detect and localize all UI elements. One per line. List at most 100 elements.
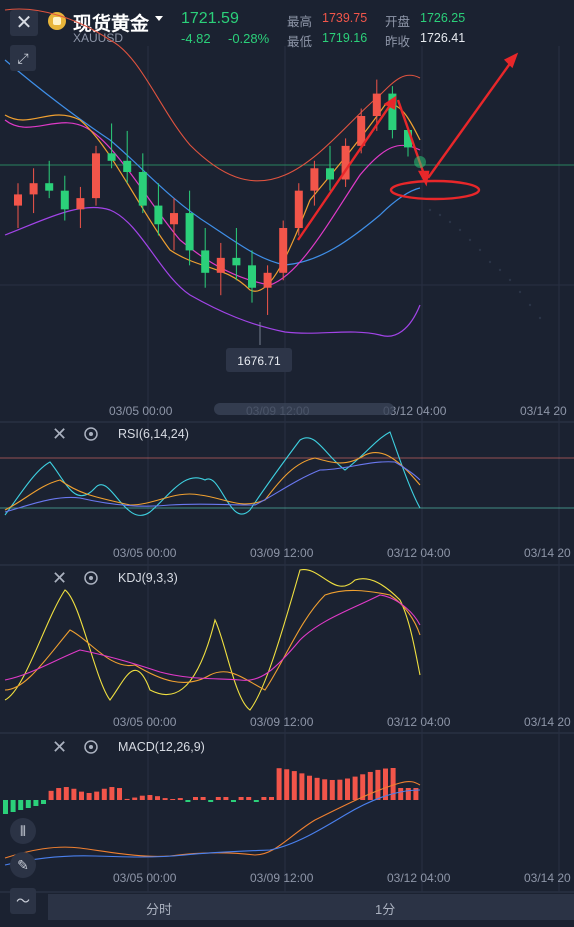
macd-settings-icon[interactable] <box>84 740 98 754</box>
rsi-settings-icon[interactable] <box>84 427 98 441</box>
svg-text:✕: ✕ <box>52 424 67 444</box>
macd-bar <box>94 791 100 800</box>
macd-bar <box>162 798 168 800</box>
macd-bar <box>276 768 282 800</box>
macd-bar <box>284 769 290 800</box>
macd-bar <box>307 775 312 800</box>
rsi-close-icon[interactable]: ✕ <box>52 424 67 444</box>
macd-bar <box>41 800 46 804</box>
candle-body <box>45 183 54 191</box>
tab-timeshare[interactable]: 分时 <box>146 899 172 918</box>
macd-bar <box>101 788 107 800</box>
macd-bar <box>231 800 236 802</box>
kdj-xlabel: 03/09 12:00 <box>250 715 314 729</box>
macd-bar <box>139 795 145 800</box>
low-price-marker-text: 1676.71 <box>237 354 281 368</box>
candle-body <box>310 168 319 191</box>
candle-body <box>92 153 100 199</box>
kdj-close-icon[interactable]: ✕ <box>52 568 67 588</box>
candle-body <box>14 194 22 206</box>
kdj-label: KDJ(9,3,3) <box>118 571 178 585</box>
kdj-xlabel: 03/05 00:00 <box>113 715 177 729</box>
macd-bar <box>3 800 8 814</box>
macd-bar <box>56 788 62 800</box>
macd-bar <box>223 797 229 800</box>
candle-body <box>232 257 241 266</box>
macd-bar <box>291 771 297 800</box>
bollinger-upper-line <box>4 8 421 182</box>
macd-bar <box>398 788 404 800</box>
macd-bar <box>329 779 335 800</box>
candle-body <box>279 228 288 273</box>
macd-bar <box>193 797 198 800</box>
rsi-xlabel: 03/14 20 <box>524 546 571 560</box>
timeframe-tabs: 分时 1分 <box>48 894 574 920</box>
macd-bar <box>246 797 252 800</box>
macd-bar <box>352 776 358 800</box>
macd-bar <box>109 787 115 800</box>
macd-bar <box>261 797 267 800</box>
macd-bar <box>124 798 130 800</box>
macd-bar <box>345 778 350 800</box>
macd-histogram <box>3 768 419 814</box>
macd-bar <box>337 779 343 800</box>
line-tool-icon[interactable]: 〜 <box>10 888 36 914</box>
macd-xlabel: 03/12 04:00 <box>387 871 451 885</box>
macd-bar <box>71 788 77 800</box>
candle-body <box>154 205 163 225</box>
macd-bar <box>33 800 39 806</box>
rsi-xlabel: 03/12 04:00 <box>387 546 451 560</box>
chart-area[interactable]: 1676.71 03/05 00:00 03/09 12:00 03/12 04… <box>0 0 574 927</box>
macd-bar <box>322 779 328 800</box>
kdj-xlabel: 03/12 04:00 <box>387 715 451 729</box>
candle-body <box>138 172 147 206</box>
macd-bar <box>25 800 31 808</box>
rsi-label: RSI(6,14,24) <box>118 427 189 441</box>
macd-bar <box>48 790 54 800</box>
candle-body <box>29 183 38 195</box>
macd-bar <box>132 797 138 800</box>
macd-bar <box>10 800 16 812</box>
macd-bar <box>208 800 214 802</box>
time-scroll-handle[interactable] <box>214 403 394 415</box>
macd-label: MACD(12,26,9) <box>118 740 205 754</box>
macd-bar <box>18 800 24 810</box>
macd-xlabel: 03/14 20 <box>524 871 571 885</box>
macd-bar <box>170 798 176 800</box>
macd-bar <box>63 787 69 800</box>
kdj-settings-icon[interactable] <box>84 571 98 585</box>
candle-body <box>216 257 225 273</box>
candle-body <box>170 213 178 225</box>
candle-body <box>123 160 132 172</box>
macd-bar <box>405 788 411 800</box>
draw-icon[interactable]: ✎ <box>10 852 36 878</box>
macd-bar <box>185 800 191 802</box>
kdj-xlabel: 03/14 20 <box>524 715 571 729</box>
macd-xlabel: 03/09 12:00 <box>250 871 314 885</box>
indicator-icon[interactable]: ⦀ <box>10 818 36 844</box>
tab-1min[interactable]: 1分 <box>375 899 395 918</box>
macd-xlabel: 03/05 00:00 <box>113 871 177 885</box>
candle-body <box>326 168 334 180</box>
macd-bar <box>155 796 160 800</box>
macd-bar <box>79 791 84 800</box>
macd-close-icon[interactable]: ✕ <box>52 737 67 757</box>
macd-bar <box>238 797 244 800</box>
main-xlabel: 03/14 20 <box>520 404 567 418</box>
macd-bar <box>375 769 381 800</box>
macd-bar <box>200 797 206 800</box>
macd-bar <box>215 797 221 800</box>
rsi-xlabel: 03/05 00:00 <box>113 546 177 560</box>
candle-body <box>60 190 69 210</box>
svg-text:✕: ✕ <box>52 737 67 757</box>
candle-body <box>107 153 116 161</box>
rsi-xlabel: 03/09 12:00 <box>250 546 314 560</box>
expand-icon[interactable]: ⤢ <box>10 45 36 71</box>
macd-bar <box>299 773 305 800</box>
macd-bar <box>314 777 320 800</box>
macd-bar <box>269 797 274 800</box>
macd-bar <box>253 800 259 802</box>
ma-blue-line <box>4 59 421 266</box>
candle-body <box>372 93 381 116</box>
macd-bar <box>367 771 373 800</box>
